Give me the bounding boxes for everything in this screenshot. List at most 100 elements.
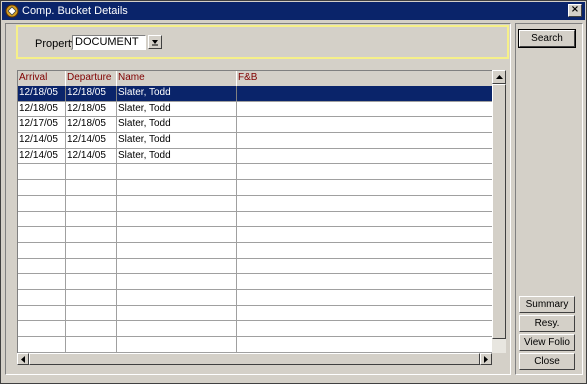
empty-cell xyxy=(18,274,66,289)
reservation-grid: Arrival Departure Name F&B 12/18/05 12/18… xyxy=(17,70,493,353)
empty-cell xyxy=(117,305,237,321)
empty-cell xyxy=(66,211,117,227)
scroll-right-button[interactable] xyxy=(480,353,492,365)
empty-cell xyxy=(237,258,493,274)
empty-cell xyxy=(66,305,117,321)
empty-cell xyxy=(237,227,493,242)
cell-departure: 12/18/05 xyxy=(66,101,117,117)
empty-cell xyxy=(66,321,117,336)
cell-name: Slater, Todd xyxy=(117,117,237,133)
cell-departure: 12/18/05 xyxy=(66,86,117,101)
cell-arrival: 12/14/05 xyxy=(18,133,66,148)
column-header-name[interactable]: Name xyxy=(117,71,237,86)
table-row[interactable]: 12/18/05 12/18/05 Slater, Todd xyxy=(18,86,493,102)
empty-cell xyxy=(117,211,237,227)
empty-row[interactable] xyxy=(18,195,493,212)
empty-row[interactable] xyxy=(18,180,493,196)
right-arrow-icon xyxy=(484,355,488,363)
scroll-up-button[interactable] xyxy=(492,70,506,84)
cell-name: Slater, Todd xyxy=(117,148,237,164)
empty-cell xyxy=(117,180,237,195)
comp-bucket-window: Comp. Bucket Details × Property DOCUMENT… xyxy=(0,0,587,384)
empty-row[interactable] xyxy=(18,242,493,259)
left-arrow-icon xyxy=(21,355,25,363)
cell-departure: 12/14/05 xyxy=(66,148,117,164)
empty-cell xyxy=(18,321,66,336)
cell-fb xyxy=(237,86,493,101)
empty-cell xyxy=(18,242,66,258)
empty-cell xyxy=(18,195,66,211)
empty-cell xyxy=(237,321,493,336)
empty-cell xyxy=(66,242,117,258)
empty-row[interactable] xyxy=(18,258,493,275)
empty-cell xyxy=(237,242,493,258)
summary-button[interactable]: Summary xyxy=(519,296,575,313)
property-lov-button[interactable] xyxy=(148,35,162,49)
empty-cell xyxy=(117,164,237,180)
empty-cell xyxy=(237,195,493,211)
close-button[interactable]: Close xyxy=(519,353,575,370)
cell-fb xyxy=(237,101,493,117)
close-window-button[interactable]: × xyxy=(568,4,582,17)
empty-cell xyxy=(18,211,66,227)
empty-cell xyxy=(237,211,493,227)
empty-cell xyxy=(18,258,66,274)
resy-button[interactable]: Resy. xyxy=(519,315,575,332)
cell-arrival: 12/17/05 xyxy=(18,117,66,133)
cell-fb xyxy=(237,148,493,164)
empty-cell xyxy=(66,180,117,195)
property-field[interactable]: DOCUMENT xyxy=(72,35,146,50)
empty-row[interactable] xyxy=(18,289,493,306)
empty-row[interactable] xyxy=(18,164,493,181)
table-row[interactable]: 12/17/05 12/18/05 Slater, Todd xyxy=(18,117,493,134)
scroll-left-button[interactable] xyxy=(17,353,29,365)
table-row[interactable]: 12/18/05 12/18/05 Slater, Todd xyxy=(18,101,493,118)
empty-row[interactable] xyxy=(18,211,493,228)
column-header-arrival[interactable]: Arrival xyxy=(18,71,66,86)
table-row[interactable]: 12/14/05 12/14/05 Slater, Todd xyxy=(18,133,493,149)
property-label: Property xyxy=(35,38,77,50)
empty-row[interactable] xyxy=(18,227,493,243)
empty-cell xyxy=(18,180,66,195)
vertical-scrollbar[interactable] xyxy=(492,70,506,353)
search-button[interactable]: Search xyxy=(518,29,576,48)
title-bar[interactable]: Comp. Bucket Details × xyxy=(2,2,585,20)
empty-cell xyxy=(18,305,66,321)
empty-cell xyxy=(18,227,66,242)
filter-panel: Property DOCUMENT xyxy=(16,25,509,59)
empty-cell xyxy=(237,274,493,289)
empty-cell xyxy=(117,258,237,274)
empty-row[interactable] xyxy=(18,305,493,322)
horizontal-scrollbar[interactable] xyxy=(17,353,492,365)
empty-row[interactable] xyxy=(18,337,493,353)
grid-header: Arrival Departure Name F&B xyxy=(18,71,493,86)
empty-cell xyxy=(66,195,117,211)
cell-fb xyxy=(237,133,493,148)
column-header-departure[interactable]: Departure xyxy=(66,71,117,86)
table-row[interactable]: 12/14/05 12/14/05 Slater, Todd xyxy=(18,148,493,165)
view-folio-button[interactable]: View Folio xyxy=(519,334,575,351)
cell-arrival: 12/14/05 xyxy=(18,148,66,164)
empty-cell xyxy=(237,164,493,180)
grid-rows: 12/18/05 12/18/05 Slater, Todd 12/18/05 12/1… xyxy=(18,86,493,353)
cell-name: Slater, Todd xyxy=(117,101,237,117)
empty-cell xyxy=(66,337,117,352)
app-icon xyxy=(5,4,19,18)
cell-name: Slater, Todd xyxy=(117,133,237,148)
empty-cell xyxy=(117,227,237,242)
horizontal-scroll-thumb[interactable] xyxy=(29,353,480,365)
empty-row[interactable] xyxy=(18,321,493,337)
column-header-fb[interactable]: F&B xyxy=(237,71,493,86)
empty-cell xyxy=(117,274,237,289)
vertical-scroll-thumb[interactable] xyxy=(492,84,506,339)
empty-row[interactable] xyxy=(18,274,493,290)
cell-name: Slater, Todd xyxy=(117,86,237,101)
empty-cell xyxy=(117,195,237,211)
empty-cell xyxy=(117,337,237,352)
cell-departure: 12/14/05 xyxy=(66,133,117,148)
empty-cell xyxy=(66,227,117,242)
cell-arrival: 12/18/05 xyxy=(18,86,66,101)
empty-cell xyxy=(18,164,66,180)
empty-cell xyxy=(66,289,117,305)
empty-cell xyxy=(117,289,237,305)
